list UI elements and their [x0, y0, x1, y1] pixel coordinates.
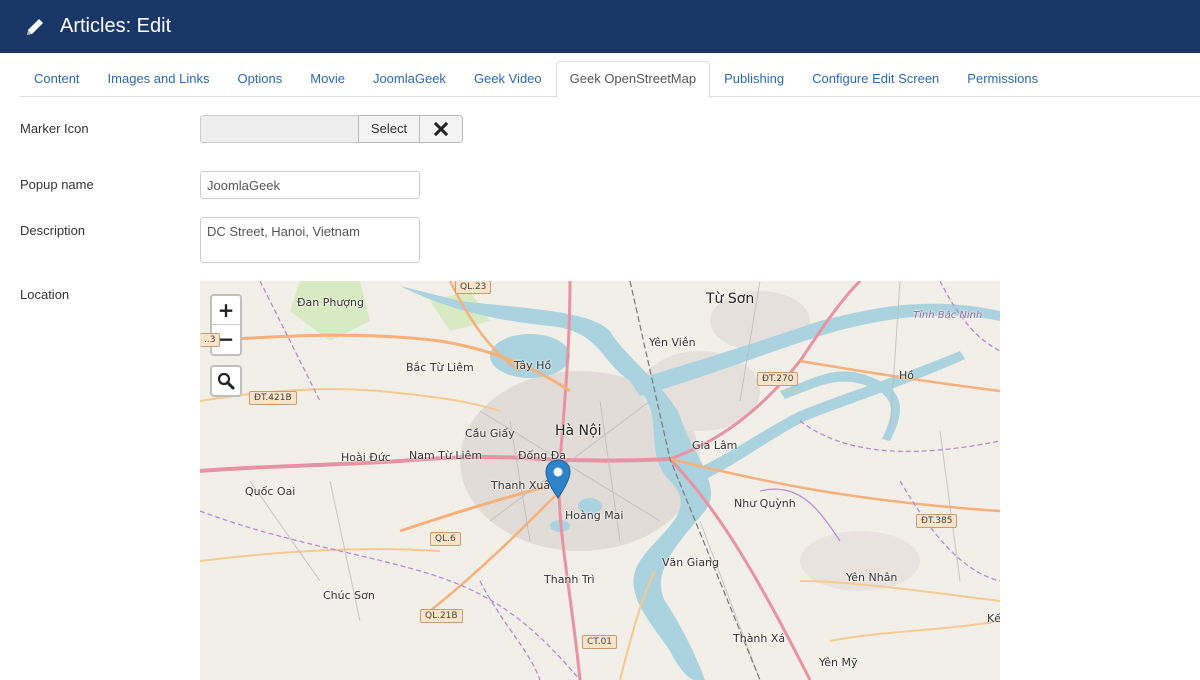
location-label: Location [20, 287, 70, 302]
map-search-button[interactable] [210, 365, 242, 397]
tab-geek-openstreetmap[interactable]: Geek OpenStreetMap [555, 61, 711, 98]
close-icon [434, 122, 448, 136]
map-label: Gia Lâm [692, 439, 738, 452]
map-label: Đan Phượng [297, 296, 364, 309]
road-shield: QL.21B [420, 609, 463, 623]
description-textarea[interactable]: DC Street, Hanoi, Vietnam [200, 217, 420, 263]
map-label: Yên Nhân [846, 571, 898, 584]
map-label: Yên Viên [649, 336, 696, 349]
tab-options[interactable]: Options [223, 61, 296, 97]
tab-geek-video[interactable]: Geek Video [460, 61, 556, 97]
map-label: Cầu Giấy [465, 427, 515, 440]
page-title: Articles: Edit [60, 15, 172, 37]
zoom-in-button[interactable]: + [212, 296, 240, 325]
select-marker-button[interactable]: Select [358, 115, 420, 143]
clear-marker-button[interactable] [419, 115, 463, 143]
tab-configure-edit-screen[interactable]: Configure Edit Screen [798, 61, 953, 97]
road-shield: ..3 [200, 333, 221, 347]
map-label: Văn Giang [662, 556, 720, 569]
popup-name-label: Popup name [20, 177, 94, 192]
map-label: Hoài Đức [341, 451, 391, 464]
description-label: Description [20, 223, 86, 238]
map-label: Kế [987, 612, 1000, 625]
map-label: Tỉnh Bắc Ninh [913, 310, 983, 321]
pencil-icon [24, 16, 46, 38]
map-label: Như Quỳnh [734, 497, 796, 510]
map-label: Nam Từ Liêm [409, 449, 483, 462]
map-tiles [200, 281, 1000, 680]
map-label: Từ Sơn [706, 291, 755, 307]
tab-movie[interactable]: Movie [296, 61, 359, 97]
map-label: Hoàng Mai [565, 509, 624, 522]
marker-icon-field[interactable] [200, 115, 359, 143]
tab-permissions[interactable]: Permissions [953, 61, 1052, 97]
road-shield: ĐT.421B [249, 391, 297, 405]
map-marker-icon[interactable] [545, 459, 571, 499]
road-shield: ĐT.270 [757, 372, 799, 386]
tab-content[interactable]: Content [20, 61, 94, 97]
road-shield: QL.6 [430, 532, 461, 546]
map-label: Hà Nội [555, 423, 602, 439]
tab-publishing[interactable]: Publishing [710, 61, 798, 97]
map-label: Bắc Từ Liêm [406, 361, 474, 374]
road-shield: ĐT.385 [916, 514, 958, 528]
map-label: Yên Mỹ [819, 656, 858, 669]
map-label: Tây Hồ [514, 359, 552, 372]
page-header: Articles: Edit [0, 0, 1200, 53]
road-shield: QL.23 [455, 281, 492, 294]
popup-name-input[interactable] [200, 171, 420, 199]
marker-icon-label: Marker Icon [20, 121, 89, 136]
map-label: Thành Xá [733, 632, 786, 645]
map-label: Chúc Sơn [323, 589, 375, 602]
road-shield: CT.01 [582, 635, 618, 649]
map-label: Hồ [899, 369, 915, 382]
map-label: Quốc Oai [245, 485, 296, 498]
tab-joomlageek[interactable]: JoomlaGeek [359, 61, 460, 97]
tab-images-and-links[interactable]: Images and Links [94, 61, 224, 97]
location-map[interactable]: + − Đan Phượng Từ Sơn Tỉnh Bắc Ninh Yên … [200, 281, 1000, 680]
map-label: Thanh Trì [544, 573, 595, 586]
tab-bar: Content Images and Links Options Movie J… [20, 61, 1200, 98]
magnifier-icon [217, 372, 235, 390]
